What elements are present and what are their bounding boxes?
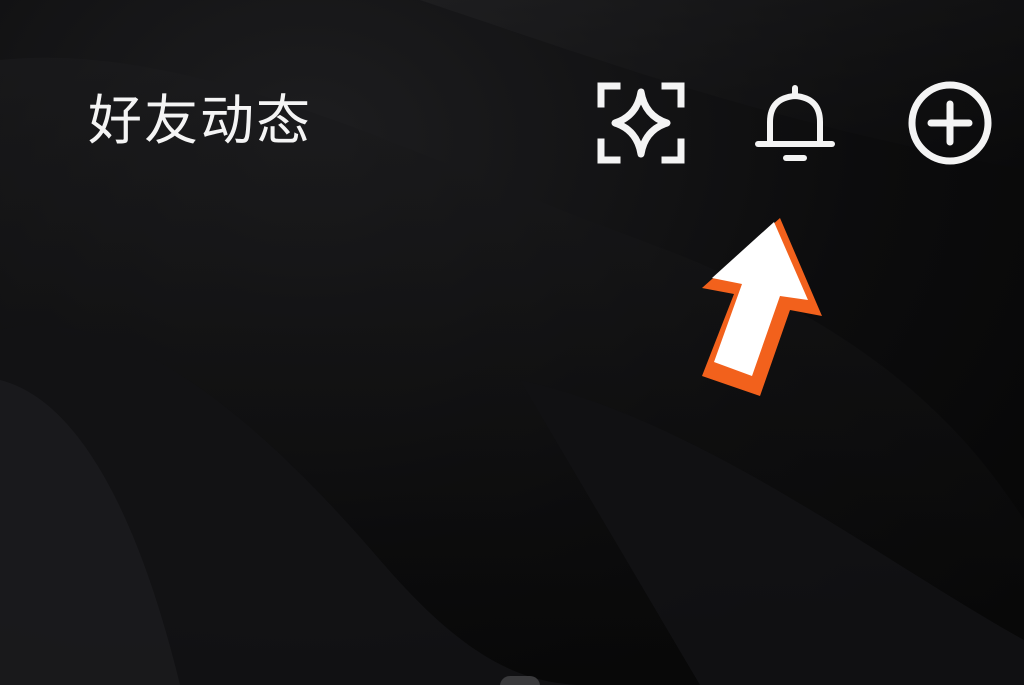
bell-icon[interactable] — [748, 82, 842, 168]
friends-feed-screen: 好友动态 — [0, 0, 1024, 685]
pointer-arrow-icon — [670, 200, 840, 420]
sparkle-frame-icon[interactable] — [593, 78, 689, 168]
home-indicator — [500, 676, 540, 685]
page-title: 好友动态 — [88, 89, 312, 152]
plus-circle-icon[interactable] — [902, 78, 998, 168]
